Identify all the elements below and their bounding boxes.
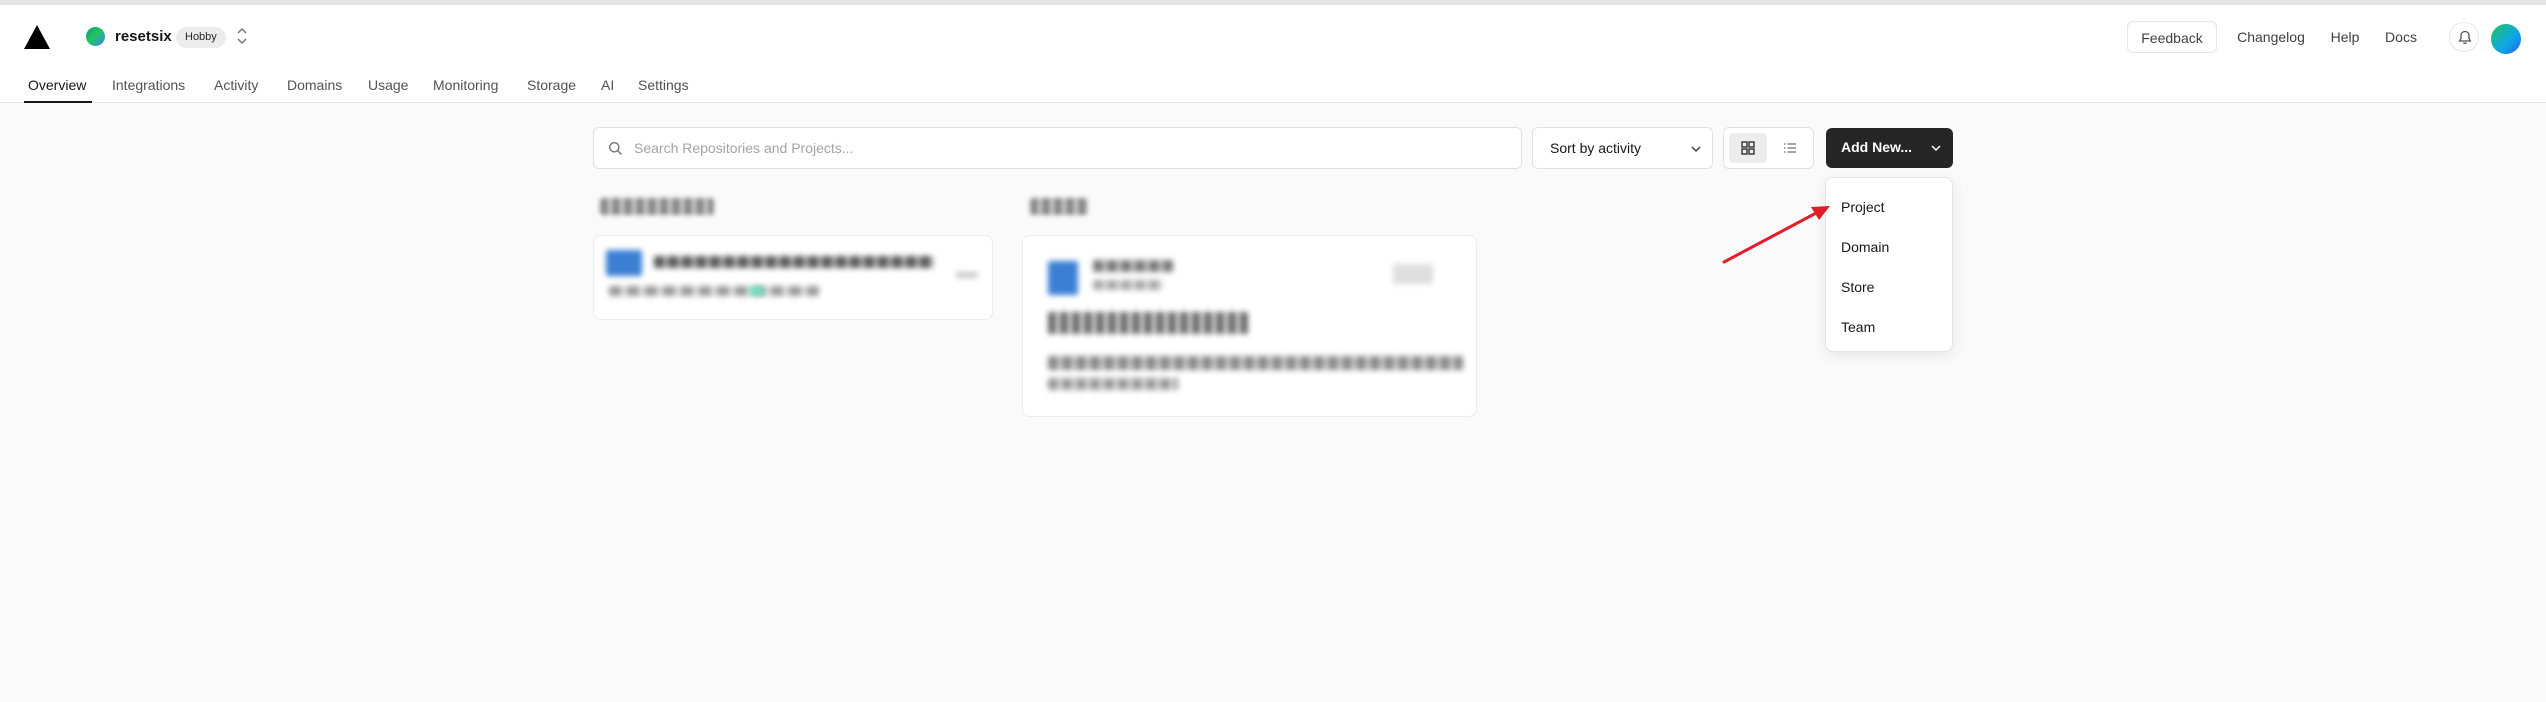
chevron-down-icon	[1691, 146, 1701, 153]
search-field[interactable]	[593, 127, 1522, 169]
redacted-text	[1048, 378, 1178, 390]
redacted-text	[609, 286, 819, 296]
help-link[interactable]: Help	[2321, 21, 2369, 53]
search-input[interactable]	[634, 136, 1494, 160]
sort-select-label: Sort by activity	[1550, 140, 1642, 156]
tab-storage[interactable]: Storage	[527, 67, 576, 103]
logo-triangle-icon[interactable]	[24, 25, 50, 49]
changelog-link[interactable]: Changelog	[2228, 21, 2314, 53]
search-icon	[609, 142, 622, 155]
grid-view-button[interactable]	[1729, 133, 1767, 163]
tab-activity[interactable]: Activity	[214, 67, 258, 103]
top-header: resetsix Hobby Feedback Changelog Help D…	[0, 5, 2546, 103]
annotation-arrow-icon	[1722, 206, 1830, 264]
project-icon	[1048, 261, 1078, 295]
add-new-label: Add New...	[1841, 139, 1913, 155]
list-view-icon	[1784, 143, 1796, 153]
tab-domains[interactable]: Domains	[287, 67, 342, 103]
sort-select[interactable]: Sort by activity	[1532, 127, 1713, 169]
menu-item-project[interactable]: Project	[1833, 190, 1946, 224]
grid-view-icon	[1741, 141, 1755, 155]
menu-item-domain[interactable]: Domain	[1833, 230, 1946, 264]
docs-link[interactable]: Docs	[2377, 21, 2425, 53]
notifications-button[interactable]	[2449, 22, 2479, 52]
redacted-text	[1393, 264, 1433, 284]
chevron-down-icon	[1931, 145, 1941, 152]
redacted-text	[1093, 280, 1163, 290]
redacted-text	[749, 287, 764, 295]
tab-settings[interactable]: Settings	[638, 67, 689, 103]
menu-item-store[interactable]: Store	[1833, 270, 1946, 304]
bell-icon	[2458, 30, 2472, 44]
redacted-text	[654, 256, 934, 268]
feedback-button[interactable]: Feedback	[2127, 21, 2217, 53]
team-name[interactable]: resetsix	[115, 27, 172, 46]
add-new-button[interactable]: Add New...	[1826, 128, 1953, 168]
team-avatar[interactable]	[86, 27, 105, 46]
list-view-button[interactable]	[1771, 133, 1809, 163]
view-toggle	[1723, 127, 1814, 169]
redacted-text	[956, 272, 978, 278]
add-new-dropdown-menu: Project Domain Store Team	[1825, 177, 1953, 352]
user-avatar[interactable]	[2491, 24, 2521, 54]
team-switcher-icon[interactable]	[236, 26, 248, 46]
project-card[interactable]	[593, 235, 993, 320]
menu-item-team[interactable]: Team	[1833, 310, 1946, 344]
tab-integrations[interactable]: Integrations	[112, 67, 185, 103]
redacted-text	[1048, 356, 1463, 370]
plan-badge: Hobby	[176, 27, 226, 48]
redacted-text	[1093, 260, 1173, 272]
project-icon	[606, 250, 642, 276]
tab-overview[interactable]: Overview	[28, 67, 86, 103]
redacted-text	[1048, 312, 1248, 334]
section-heading-redacted	[1030, 198, 1088, 215]
active-tab-indicator	[24, 101, 92, 103]
tab-monitoring[interactable]: Monitoring	[433, 67, 498, 103]
project-card[interactable]	[1022, 235, 1477, 417]
section-heading-redacted	[600, 198, 714, 215]
tab-ai[interactable]: AI	[601, 67, 614, 103]
tab-usage[interactable]: Usage	[368, 67, 408, 103]
